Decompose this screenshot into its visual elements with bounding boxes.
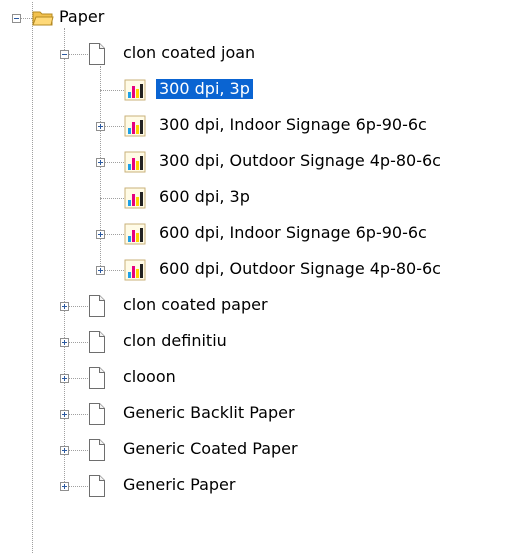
tree-guide-line xyxy=(105,234,124,235)
expand-600-dpi-outdoor-signage-4p-80-6c-toggle[interactable] xyxy=(96,266,105,275)
document-icon xyxy=(88,366,106,394)
tree-node-300-dpi-indoor-signage-6p-90-6c-label[interactable]: 300 dpi, Indoor Signage 6p-90-6c xyxy=(156,115,430,135)
tree-guide-line xyxy=(32,2,33,553)
collapse-paper-toggle[interactable] xyxy=(12,14,21,23)
paper-tree-view[interactable]: Paper clon coated joan 300 dpi, 3p 300 d… xyxy=(0,0,508,553)
document-icon xyxy=(88,402,106,430)
tree-guide-line xyxy=(69,342,88,343)
tree-guide-line xyxy=(100,66,101,270)
print-settings-icon xyxy=(124,79,146,105)
tree-guide-line xyxy=(100,90,124,91)
tree-guide-line xyxy=(105,162,124,163)
tree-node-generic-backlit-paper-label[interactable]: Generic Backlit Paper xyxy=(120,403,298,423)
tree-node-clon-definitiu-label[interactable]: clon definitiu xyxy=(120,331,230,351)
expand-300-dpi-outdoor-signage-4p-80-6c-toggle[interactable] xyxy=(96,158,105,167)
tree-node-600-dpi-3p-label[interactable]: 600 dpi, 3p xyxy=(156,187,253,207)
expand-generic-coated-paper-toggle[interactable] xyxy=(60,446,69,455)
expand-clooon-toggle[interactable] xyxy=(60,374,69,383)
folder-open-icon xyxy=(32,9,54,31)
tree-node-600-dpi-outdoor-signage-4p-80-6c-label[interactable]: 600 dpi, Outdoor Signage 4p-80-6c xyxy=(156,259,444,279)
document-icon xyxy=(88,474,106,502)
document-icon xyxy=(88,438,106,466)
tree-guide-line xyxy=(69,54,88,55)
tree-node-generic-paper-label[interactable]: Generic Paper xyxy=(120,475,238,495)
tree-guide-line xyxy=(69,306,88,307)
expand-generic-paper-toggle[interactable] xyxy=(60,482,69,491)
tree-guide-line xyxy=(100,198,124,199)
tree-node-generic-coated-paper-label[interactable]: Generic Coated Paper xyxy=(120,439,301,459)
collapse-clon-coated-joan-toggle[interactable] xyxy=(60,50,69,59)
tree-guide-line xyxy=(69,486,88,487)
expand-clon-definitiu-toggle[interactable] xyxy=(60,338,69,347)
tree-node-300-dpi-3p-label[interactable]: 300 dpi, 3p xyxy=(156,79,253,99)
document-icon xyxy=(88,42,106,70)
print-settings-icon xyxy=(124,223,146,249)
tree-guide-line xyxy=(105,126,124,127)
print-settings-icon xyxy=(124,187,146,213)
print-settings-icon xyxy=(124,259,146,285)
expand-300-dpi-indoor-signage-6p-90-6c-toggle[interactable] xyxy=(96,122,105,131)
expand-clon-coated-paper-toggle[interactable] xyxy=(60,302,69,311)
expand-generic-backlit-paper-toggle[interactable] xyxy=(60,410,69,419)
tree-node-clon-coated-joan-label[interactable]: clon coated joan xyxy=(120,43,258,63)
print-settings-icon xyxy=(124,151,146,177)
tree-guide-line xyxy=(69,450,88,451)
tree-node-600-dpi-indoor-signage-6p-90-6c-label[interactable]: 600 dpi, Indoor Signage 6p-90-6c xyxy=(156,223,430,243)
tree-node-paper-label[interactable]: Paper xyxy=(56,7,107,27)
tree-guide-line xyxy=(69,414,88,415)
tree-node-300-dpi-outdoor-signage-4p-80-6c-label[interactable]: 300 dpi, Outdoor Signage 4p-80-6c xyxy=(156,151,444,171)
expand-600-dpi-indoor-signage-6p-90-6c-toggle[interactable] xyxy=(96,230,105,239)
tree-guide-line xyxy=(21,18,32,19)
tree-guide-line xyxy=(105,270,124,271)
tree-node-clooon-label[interactable]: clooon xyxy=(120,367,179,387)
print-settings-icon xyxy=(124,115,146,141)
tree-guide-line xyxy=(69,378,88,379)
tree-node-clon-coated-paper-label[interactable]: clon coated paper xyxy=(120,295,271,315)
document-icon xyxy=(88,294,106,322)
document-icon xyxy=(88,330,106,358)
